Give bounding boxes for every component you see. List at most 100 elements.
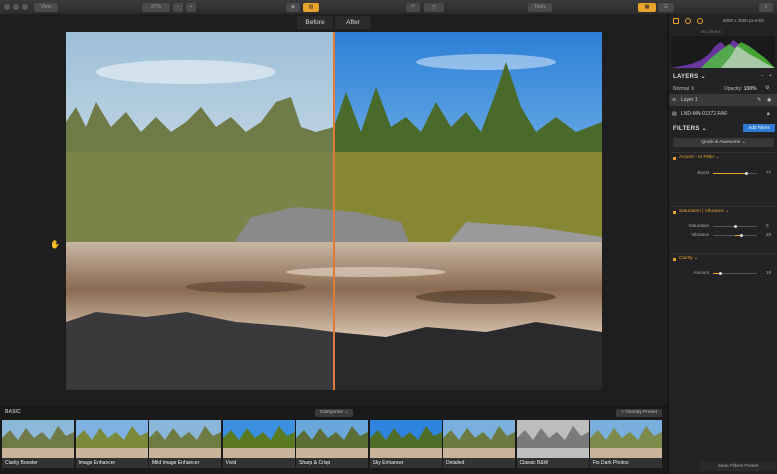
saturation-value: 0 bbox=[766, 223, 769, 228]
visibility-icon[interactable]: ◉ bbox=[767, 94, 771, 106]
remove-layer-button[interactable]: − bbox=[761, 73, 764, 79]
grid-icon: ▦ bbox=[644, 4, 650, 10]
layers-title[interactable]: LAYERS ⌄ bbox=[673, 73, 706, 80]
tools-menu-button[interactable]: Tools bbox=[528, 3, 552, 12]
close-window-button[interactable] bbox=[4, 4, 10, 10]
preset-name: Mild Image Enhancer bbox=[152, 460, 200, 466]
preset-thumbnail[interactable]: Mild Image Enhancer bbox=[149, 420, 221, 468]
preset-thumbnail[interactable]: Classic B&W bbox=[516, 420, 589, 468]
zoom-out-label: − bbox=[176, 4, 180, 10]
preset-thumbnail[interactable]: Detailed bbox=[443, 420, 515, 468]
preset-name: Classic B&W bbox=[519, 460, 549, 466]
boost-slider-knob[interactable] bbox=[745, 172, 749, 175]
preset-thumbnail[interactable]: Fix Dark Photos bbox=[590, 420, 662, 468]
accent-filter-title: Accent - AI Filter bbox=[679, 155, 715, 160]
filters-title-text: FILTERS bbox=[673, 126, 700, 132]
zoom-out-button[interactable]: − bbox=[173, 3, 183, 12]
amount-value: 18 bbox=[766, 270, 772, 275]
boost-label: Boost bbox=[697, 170, 709, 175]
preset-name: Sharp & Crisp bbox=[299, 460, 331, 466]
preset-name: Sky Enhancer bbox=[372, 460, 404, 466]
opacity-value: 100% bbox=[743, 86, 757, 92]
filter-active-marker bbox=[673, 211, 676, 214]
preset-thumbnail[interactable]: Image Enhancer bbox=[75, 420, 148, 468]
add-filters-button[interactable]: Add Filters bbox=[743, 124, 775, 132]
saturation-filter-header[interactable]: Saturation | Vibrance ⌄ bbox=[671, 206, 776, 216]
layer-row[interactable]: ▤ LND-MN-01372.RAF 🔒︎ bbox=[669, 108, 777, 120]
right-panel: 6000 x 4000 px 8-bit ISO 200 f/16 LAYERS… bbox=[668, 14, 777, 473]
zoom-in-label: + bbox=[189, 4, 193, 10]
history-button[interactable]: ◷ bbox=[424, 3, 444, 12]
filter-active-marker bbox=[673, 258, 676, 261]
before-after-split-handle[interactable] bbox=[333, 32, 335, 390]
preset-thumbnail[interactable]: Sharp & Crisp bbox=[296, 420, 368, 468]
layers-title-text: LAYERS bbox=[673, 74, 699, 80]
layer-name: LND-MN-01372.RAF bbox=[681, 111, 728, 117]
histogram-section: 6000 x 4000 px 8-bit ISO 200 f/16 bbox=[669, 14, 777, 72]
color-profile-icon[interactable] bbox=[685, 18, 691, 24]
before-label: Before bbox=[305, 19, 325, 26]
presets-section-label: BASIC bbox=[5, 409, 21, 415]
exif-info: ISO 200 f/16 bbox=[701, 30, 721, 34]
preset-thumbnail[interactable]: Vivid bbox=[222, 420, 295, 468]
preset-thumbnail[interactable]: Sky Enhancer bbox=[369, 420, 442, 468]
add-layer-button[interactable]: + bbox=[769, 73, 772, 79]
saturation-label: Saturation bbox=[688, 223, 709, 228]
accent-filter-header[interactable]: Accent - AI Filter ⌄ bbox=[671, 152, 776, 162]
opacity-label: Opacity: bbox=[724, 86, 743, 92]
bit-depth-text: 8-bit bbox=[755, 18, 764, 23]
layer-name: Layer 1 bbox=[681, 97, 698, 103]
brush-icon[interactable]: ✎ bbox=[757, 94, 761, 106]
view-menu-button[interactable]: View bbox=[34, 3, 58, 12]
presets-panel-toggle[interactable]: ▦ bbox=[638, 3, 656, 12]
categories-label: Categories bbox=[319, 410, 343, 415]
layer-row[interactable]: ≋ Layer 1 ✎ ◉ bbox=[669, 94, 777, 106]
boost-slider-fill bbox=[713, 173, 747, 174]
compare-icon: ▥ bbox=[308, 4, 314, 10]
layer-settings-icon[interactable]: ⚙ bbox=[765, 85, 769, 91]
overlay-preset-button[interactable]: + Overlay Preset bbox=[616, 409, 662, 417]
compare-button[interactable]: ▥ bbox=[303, 3, 319, 12]
opacity-control[interactable]: Opacity: 100% bbox=[724, 86, 757, 92]
layer-thumb-icon: ≋ bbox=[672, 97, 677, 103]
filters-panel-toggle[interactable]: ☰ bbox=[658, 3, 674, 12]
save-filters-preset-button[interactable]: Save Filters Preset bbox=[700, 462, 776, 471]
info-icon[interactable] bbox=[697, 18, 703, 24]
vibrance-slider-knob[interactable] bbox=[739, 234, 743, 237]
zoom-in-button[interactable]: + bbox=[186, 3, 196, 12]
zoom-dropdown[interactable]: 27% bbox=[142, 3, 170, 12]
vibrance-label: Vibrance bbox=[691, 232, 709, 237]
view-menu-label: View bbox=[40, 4, 52, 10]
amount-slider-knob[interactable] bbox=[719, 272, 723, 275]
blend-mode-select[interactable]: Normal ⇕ bbox=[673, 86, 695, 92]
minimize-window-button[interactable] bbox=[13, 4, 19, 10]
before-tab[interactable]: Before bbox=[297, 16, 333, 29]
add-filters-label: Add Filters bbox=[748, 125, 770, 130]
overlay-preset-label: + Overlay Preset bbox=[621, 410, 657, 415]
preset-name: Detailed bbox=[446, 460, 465, 466]
after-tab[interactable]: After bbox=[335, 16, 371, 29]
categories-dropdown[interactable]: Categories ⌄ bbox=[315, 409, 353, 417]
eye-toggle-button[interactable]: ◉ bbox=[286, 3, 300, 12]
zoom-window-button[interactable] bbox=[22, 4, 28, 10]
share-button[interactable]: ⇪ bbox=[759, 3, 773, 12]
image-info-icon[interactable] bbox=[673, 18, 679, 24]
clarity-filter-header[interactable]: Clarity ⌄ bbox=[671, 253, 776, 263]
undo-button[interactable]: ↶ bbox=[406, 3, 420, 12]
preset-name: Fix Dark Photos bbox=[593, 460, 629, 466]
after-label: After bbox=[346, 19, 360, 26]
quick-awesome-dropdown[interactable]: Quick & Awesome ⌄ bbox=[673, 138, 774, 147]
clarity-filter-title: Clarity bbox=[679, 256, 693, 261]
preset-name: Image Enhancer bbox=[78, 460, 116, 466]
filters-title[interactable]: FILTERS ⌄ bbox=[673, 125, 707, 132]
boost-value: 77 bbox=[766, 170, 772, 175]
image-dims-text: 6000 x 4000 px bbox=[723, 18, 754, 23]
lock-icon: 🔒︎ bbox=[767, 111, 770, 117]
amount-label: Amount bbox=[693, 270, 709, 275]
saturation-filter-title: Saturation | Vibrance bbox=[679, 209, 724, 214]
preset-thumbnail[interactable]: Clarity Booster bbox=[2, 420, 74, 468]
clock-icon: ◷ bbox=[431, 4, 437, 10]
blend-mode-value: Normal bbox=[673, 86, 690, 92]
saturation-slider-knob[interactable] bbox=[733, 225, 737, 228]
zoom-level-label: 27% bbox=[150, 4, 161, 10]
